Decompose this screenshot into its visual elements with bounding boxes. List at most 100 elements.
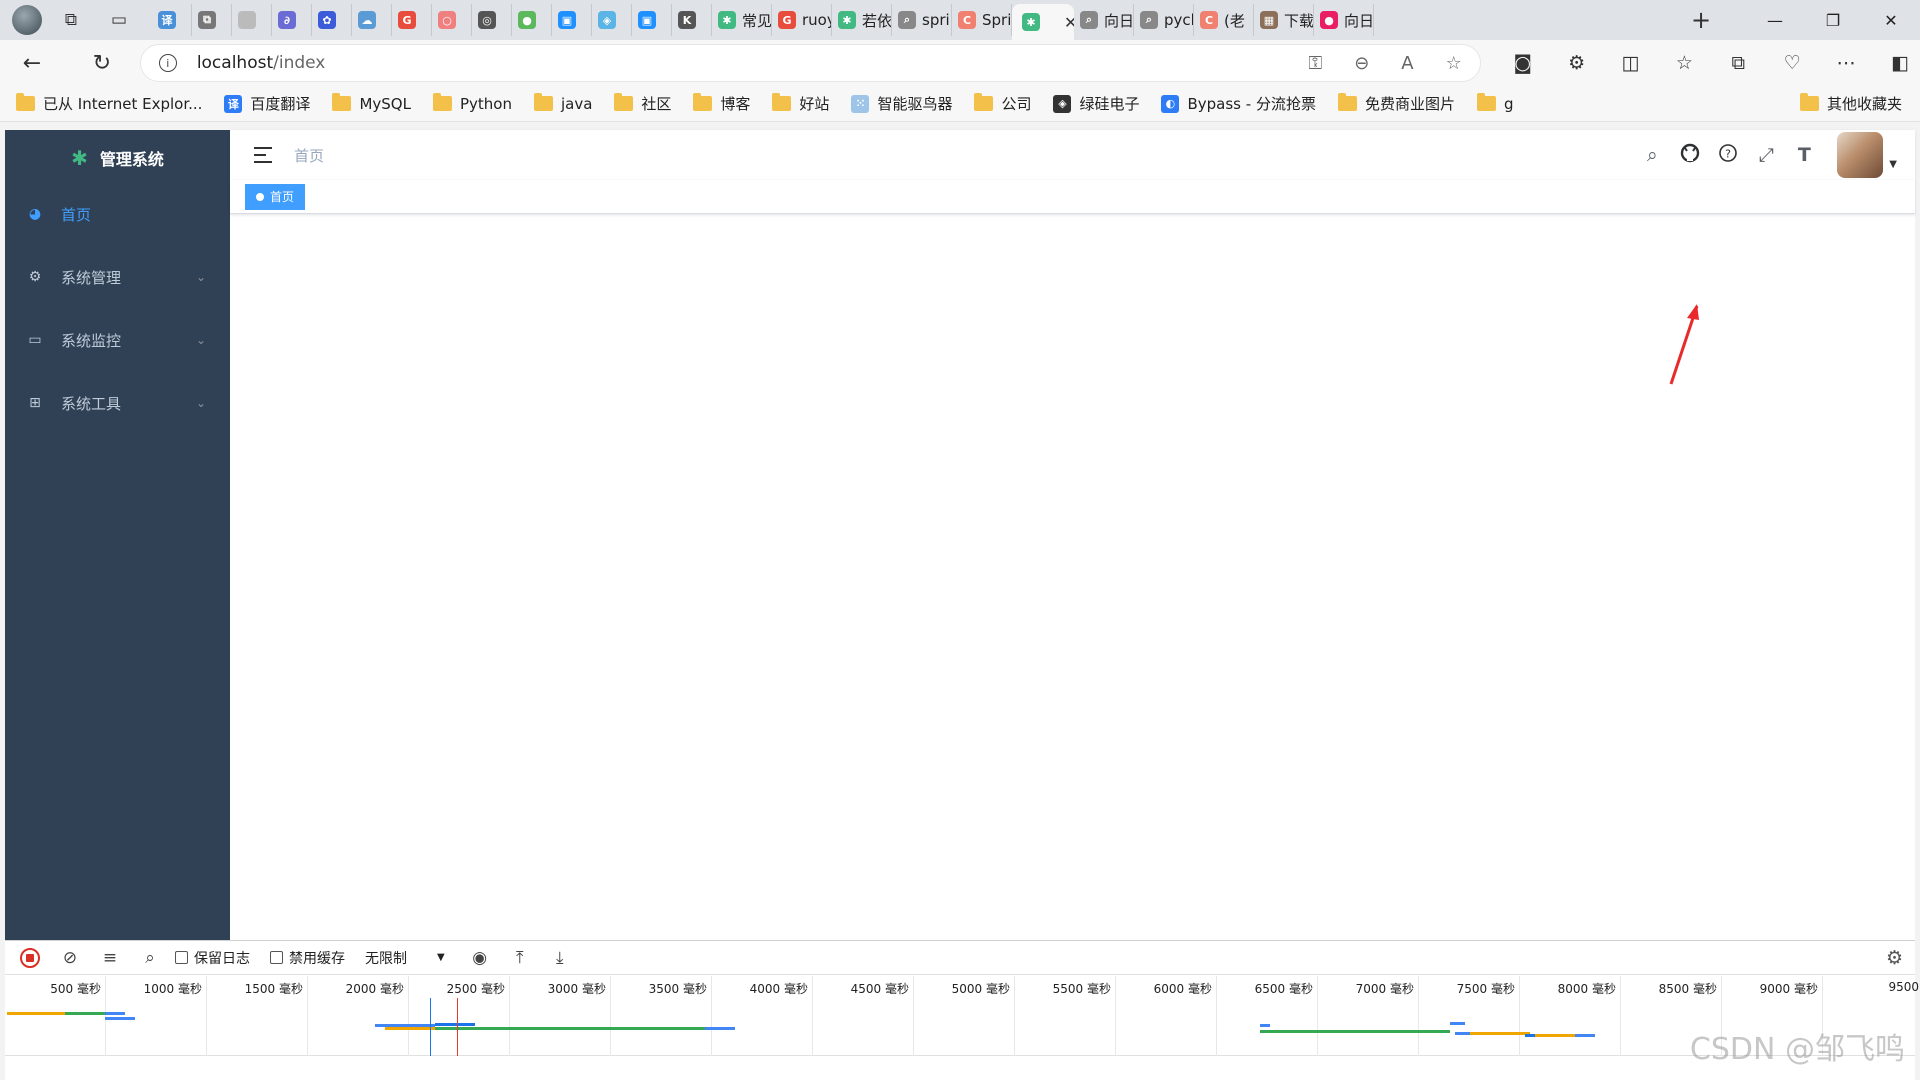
sidebar-item[interactable]: ⚙ 系统管理 ⌄ <box>5 249 230 305</box>
browser-tab[interactable]: ◎ <box>472 4 512 36</box>
site-info-icon[interactable]: i <box>158 54 177 72</box>
browser-tab[interactable]: ✱ ✕ <box>1012 4 1074 40</box>
collections-icon[interactable]: ⧉ <box>1718 52 1758 74</box>
bookmark-item[interactable]: 已从 Internet Explor... <box>16 93 202 114</box>
browser-tab[interactable]: 译 <box>152 4 192 36</box>
tab-favicon-icon: ● <box>1320 11 1338 29</box>
browser-tab[interactable]: ✿ <box>312 4 352 36</box>
browser-tab[interactable]: ● 向日 <box>1314 4 1374 36</box>
url-text[interactable]: localhost/index <box>197 53 1277 73</box>
back-button[interactable]: ← <box>12 43 52 83</box>
password-key-icon[interactable]: ⚿ <box>1308 53 1322 74</box>
github-icon[interactable] <box>1671 143 1709 168</box>
browser-tab[interactable]: Gruoy <box>772 4 832 36</box>
split-screen-icon[interactable]: ◫ <box>1611 52 1651 74</box>
minimize-icon[interactable]: — <box>1746 11 1804 30</box>
bookmark-item[interactable]: g <box>1476 93 1514 113</box>
browser-tab[interactable]: ☁ <box>352 4 392 36</box>
user-avatar[interactable] <box>1837 132 1884 178</box>
filter-icon[interactable]: ≡ <box>95 943 125 973</box>
browser-tab[interactable]: ▣ <box>552 4 592 36</box>
bookmark-item[interactable]: MySQL <box>332 93 411 113</box>
workspaces-icon[interactable]: ⧉ <box>56 5 86 35</box>
extensions-icon[interactable]: ⚙ <box>1557 52 1597 74</box>
extension-game-icon[interactable]: ◙ <box>1503 52 1543 74</box>
zoom-icon[interactable]: ⊖ <box>1354 53 1369 74</box>
browser-essentials-icon[interactable]: ♡ <box>1772 52 1812 74</box>
new-tab-button[interactable]: + <box>1686 5 1716 35</box>
browser-tab[interactable]: ⌕ spri <box>892 4 952 36</box>
bookmark-item[interactable]: 博客 <box>693 93 750 114</box>
bookmark-item[interactable]: 好站 <box>772 93 829 114</box>
bookmark-item[interactable]: ◈ 绿硅电子 <box>1053 93 1139 114</box>
bookmark-item[interactable]: ⁙ 智能驱鸟器 <box>851 93 952 114</box>
restore-icon[interactable]: ❐ <box>1804 11 1862 30</box>
browser-tab[interactable]: ● <box>512 4 552 36</box>
network-conditions-icon[interactable]: ◉ <box>465 943 495 973</box>
search-network-icon[interactable]: ⌕ <box>135 943 165 973</box>
fullscreen-icon[interactable]: ⤢ <box>1747 144 1785 166</box>
sidebar-toggle-icon[interactable]: ◧ <box>1880 52 1920 74</box>
preserve-log-checkbox[interactable]: 保留日志 <box>175 948 250 968</box>
other-bookmarks[interactable]: 其他收藏夹 <box>1799 93 1902 114</box>
browser-tab[interactable]: ◈ <box>592 4 632 36</box>
timeline-bar <box>1260 1030 1450 1033</box>
sidebar-item[interactable]: ⊞ 系统工具 ⌄ <box>5 375 230 431</box>
timeline-tick-label: 7000 毫秒 <box>1355 982 1414 996</box>
chevron-down-icon: ⌄ <box>195 270 206 284</box>
vertical-tabs-icon[interactable]: ▭ <box>104 5 134 35</box>
import-har-icon[interactable]: ⤒ <box>505 943 535 973</box>
browser-tab[interactable]: ✱ 常见 <box>712 4 772 36</box>
bookmark-item[interactable]: ◐ Bypass - 分流抢票 <box>1161 93 1316 114</box>
close-window-icon[interactable]: ✕ <box>1862 11 1920 30</box>
bookmark-item[interactable]: Python <box>432 93 512 113</box>
bookmark-item[interactable]: 公司 <box>974 93 1031 114</box>
sidebar-item[interactable]: ◕ 首页 <box>5 186 230 242</box>
browser-tab[interactable]: C Spri <box>952 4 1012 36</box>
profile-avatar[interactable] <box>12 5 42 35</box>
hamburger-icon[interactable] <box>254 145 274 165</box>
reload-button[interactable]: ↻ <box>82 43 122 83</box>
timeline-tick: 1000 毫秒 <box>106 976 207 1056</box>
throttle-select[interactable]: 无限制 ▼ <box>365 948 445 968</box>
browser-tab[interactable]: ✱ 若依 <box>832 4 892 36</box>
browser-tab[interactable] <box>232 4 272 36</box>
app-logo[interactable]: ✱ 管理系统 <box>5 130 230 186</box>
browser-tab[interactable]: ⧉ <box>192 4 232 36</box>
browser-tab[interactable]: ⌕ 向日 <box>1074 4 1134 36</box>
bookmark-item[interactable]: 社区 <box>614 93 671 114</box>
settings-gear-icon[interactable]: ⚙ <box>1886 947 1903 969</box>
disable-cache-checkbox[interactable]: 禁用缓存 <box>270 948 345 968</box>
sidebar-item[interactable]: ▭ 系统监控 ⌄ <box>5 312 230 368</box>
export-har-icon[interactable]: ⤓ <box>545 943 575 973</box>
browser-tab[interactable]: ○ <box>432 4 472 36</box>
favorite-star-icon[interactable]: ☆ <box>1446 53 1462 74</box>
timeline-tick: 1500 毫秒 <box>207 976 308 1056</box>
tab-favicon-icon <box>238 11 256 29</box>
browser-tab[interactable]: ▣ <box>632 4 672 36</box>
network-timeline[interactable]: 500 毫秒 1000 毫秒 1500 毫秒 2000 毫秒 2500 毫秒 3000 毫… <box>5 976 1919 1056</box>
clear-icon[interactable]: ⊘ <box>55 943 85 973</box>
browser-tab[interactable]: G <box>392 4 432 36</box>
timeline-tick-label: 5000 毫秒 <box>951 982 1010 996</box>
help-icon[interactable]: ? <box>1709 143 1747 168</box>
bookmark-item[interactable]: 免费商业图片 <box>1337 93 1455 114</box>
read-aloud-icon[interactable]: A <box>1401 53 1413 74</box>
chevron-down-icon[interactable]: ▼ <box>1889 159 1897 170</box>
font-size-icon[interactable]: T <box>1785 144 1823 166</box>
tag-home[interactable]: 首页 <box>245 183 306 210</box>
timeline-tick: 4000 毫秒 <box>712 976 813 1056</box>
bookmark-item[interactable]: 译百度翻译 <box>224 93 310 114</box>
more-menu-icon[interactable]: ⋯ <box>1826 52 1866 74</box>
close-tab-icon[interactable]: ✕ <box>1064 13 1074 32</box>
address-bar[interactable]: i localhost/index ⚿ ⊖ A ☆ <box>139 44 1481 82</box>
browser-tab[interactable]: K <box>672 4 712 36</box>
browser-tab[interactable]: C (老 <box>1194 4 1254 36</box>
record-icon[interactable] <box>15 943 45 973</box>
favorites-icon[interactable]: ☆ <box>1664 52 1704 74</box>
browser-tab[interactable]: ▦ 下载 <box>1254 4 1314 36</box>
bookmark-item[interactable]: java <box>533 93 592 113</box>
browser-tab[interactable]: ⌕ pych <box>1134 4 1194 36</box>
search-icon[interactable]: ⌕ <box>1633 144 1671 166</box>
browser-tab[interactable]: ∂ <box>272 4 312 36</box>
